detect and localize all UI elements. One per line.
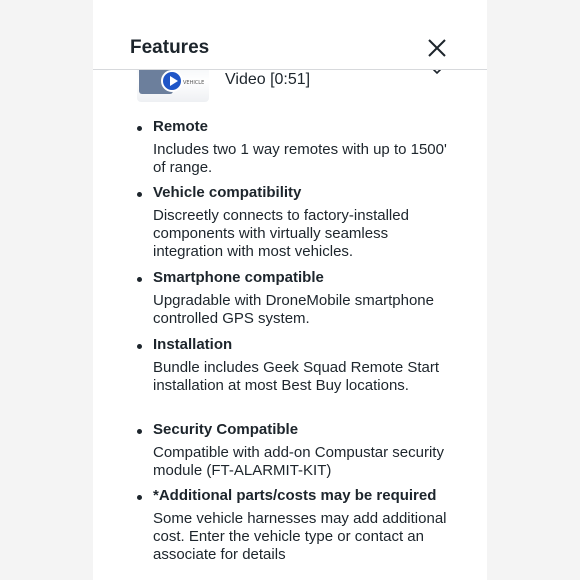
feature-item-security-compatible: Security Compatible Compatible with add-… (93, 421, 487, 487)
feature-title: Installation (153, 336, 233, 353)
bullet-icon (137, 277, 142, 282)
feature-description: Discreetly connects to factory-installed… (153, 207, 409, 261)
play-icon[interactable] (161, 70, 183, 92)
feature-item-smartphone-compatible: Smartphone compatible Upgradable with Dr… (93, 269, 487, 336)
bullet-icon (137, 429, 142, 434)
bullet-icon (137, 192, 142, 197)
bullet-icon (137, 126, 142, 131)
bullet-icon (137, 344, 142, 349)
features-panel: Features VEHICLE Video [0:51] Remote Inc… (93, 0, 487, 580)
feature-title: Smartphone compatible (153, 269, 324, 286)
thumbnail-brand-text: VEHICLE (183, 80, 205, 86)
page-title: Features (130, 37, 210, 58)
feature-item-additional-parts: *Additional parts/costs may be required … (93, 487, 487, 572)
feature-description: Compatible with add-on Compustar securit… (153, 444, 444, 480)
feature-title: Remote (153, 118, 209, 135)
feature-item-remote: Remote Includes two 1 way remotes with u… (93, 118, 487, 184)
close-icon[interactable] (425, 36, 449, 60)
feature-item-installation: Installation Bundle includes Geek Squad … (93, 336, 487, 421)
feature-description: Includes two 1 way remotes with up to 15… (153, 141, 447, 177)
feature-description: Some vehicle harnesses may add additiona… (153, 510, 447, 564)
feature-description: Upgradable with DroneMobile smartphone c… (153, 292, 434, 328)
features-list: Remote Includes two 1 way remotes with u… (93, 118, 487, 572)
feature-title: Vehicle compatibility (153, 184, 302, 201)
feature-title: Security Compatible (153, 421, 299, 438)
feature-title: *Additional parts/costs may be required (153, 487, 437, 504)
video-label[interactable]: Video [0:51] (225, 71, 310, 89)
bullet-icon (137, 495, 142, 500)
feature-description: Bundle includes Geek Squad Remote Start … (153, 359, 440, 395)
panel-header: Features (93, 0, 487, 70)
feature-item-vehicle-compatibility: Vehicle compatibility Discreetly connect… (93, 184, 487, 269)
